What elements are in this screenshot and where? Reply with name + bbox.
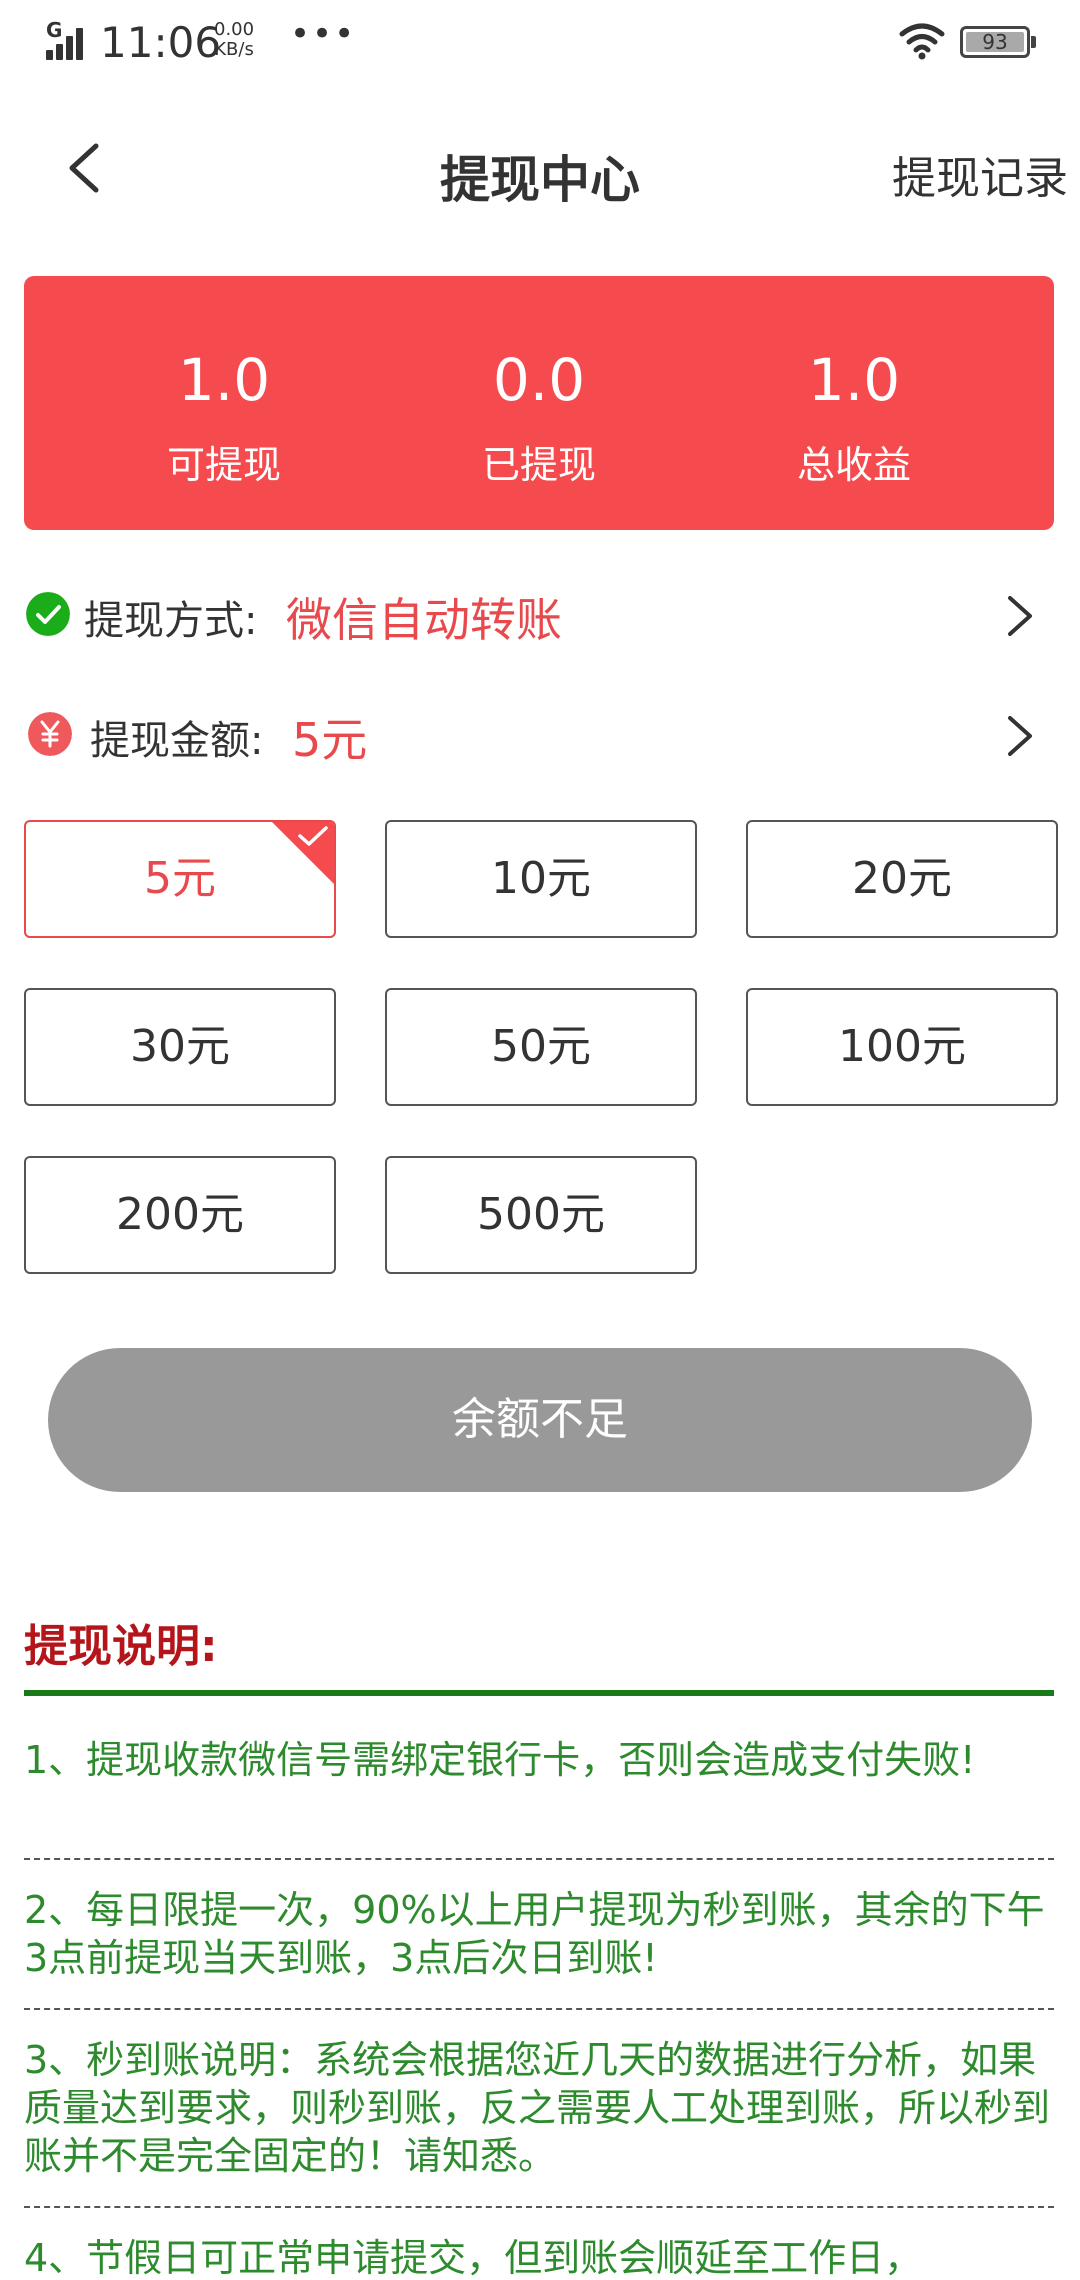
amount-option-30[interactable]: 30元 <box>24 988 336 1106</box>
network-speed-unit: KB/s <box>214 39 254 60</box>
stat-withdrawable: 1.0 可提现 <box>59 276 389 530</box>
withdraw-records-link[interactable]: 提现记录 <box>892 142 1068 206</box>
description-item-3: 3、秒到账说明：系统会根据您近几天的数据进行分析，如果质量达到要求，则秒到账，反… <box>24 2038 1051 2178</box>
amount-option-10[interactable]: 10元 <box>385 820 697 938</box>
amount-option-5[interactable]: 5元 <box>24 820 336 938</box>
description-item-1: 1、提现收款微信号需绑定银行卡，否则会造成支付失败! <box>24 1738 976 1782</box>
description-title: 提现说明: <box>24 1621 218 1672</box>
amount-option-200[interactable]: 200元 <box>24 1156 336 1274</box>
amount-option-100[interactable]: 100元 <box>746 988 1058 1106</box>
insufficient-balance-button[interactable]: 余额不足 <box>48 1348 1032 1492</box>
battery-level: 93 <box>982 30 1008 54</box>
wechat-icon <box>26 592 70 636</box>
amount-option-500[interactable]: 500元 <box>385 1156 697 1274</box>
amount-option-label: 100元 <box>838 1021 966 1072</box>
wifi-icon <box>899 23 945 60</box>
amount-option-label: 50元 <box>491 1021 591 1072</box>
withdraw-method-value: 微信自动转账 <box>286 593 562 647</box>
battery-icon: 93 <box>960 26 1030 58</box>
amount-option-label: 10元 <box>491 853 591 904</box>
amount-option-50[interactable]: 50元 <box>385 988 697 1106</box>
amount-option-20[interactable]: 20元 <box>746 820 1058 938</box>
clock: 11:06 <box>100 18 222 67</box>
network-speed-value: 0.00 <box>214 19 255 40</box>
description-item-4: 4、节假日可正常申请提交，但到账会顺延至工作日， <box>24 2236 923 2280</box>
description-divider <box>24 1690 1054 1696</box>
more-notifications-icon: ••• <box>290 14 357 54</box>
signal-icon <box>46 22 90 60</box>
nav-bar: 提现中心 提现记录 <box>0 110 1080 230</box>
withdraw-amount-label: 提现金额: <box>90 718 264 764</box>
stat-withdrawn: 0.0 已提现 <box>374 276 704 530</box>
dashed-divider <box>24 2206 1054 2208</box>
stat-label: 总收益 <box>796 443 911 487</box>
network-speed: 0.00 KB/s <box>214 20 254 60</box>
withdraw-method-label: 提现方式: <box>84 598 258 644</box>
amount-option-label: 5元 <box>144 853 216 904</box>
chevron-right-icon <box>1008 716 1032 756</box>
stat-total-earnings: 1.0 总收益 <box>689 276 1019 530</box>
status-bar: G 11:06 0.00 KB/s ••• 93 <box>0 0 1080 84</box>
balance-summary-card: 1.0 可提现 0.0 已提现 1.0 总收益 <box>24 276 1054 530</box>
amount-option-label: 200元 <box>116 1189 244 1240</box>
chevron-right-icon <box>1008 596 1032 636</box>
stat-label: 已提现 <box>481 443 596 487</box>
amount-option-label: 20元 <box>852 853 952 904</box>
withdraw-amount-value: 5元 <box>292 713 368 767</box>
checkmark-icon <box>298 826 328 846</box>
stat-value: 1.0 <box>177 346 271 414</box>
stat-label: 可提现 <box>166 443 281 487</box>
stat-value: 0.0 <box>492 346 586 414</box>
withdraw-method-row[interactable]: 提现方式: 微信自动转账 <box>0 562 1080 662</box>
description-item-2: 2、每日限提一次，90%以上用户提现为秒到账，其余的下午3点前提现当天到账，3点… <box>24 1888 1045 1980</box>
yuan-icon <box>28 712 72 756</box>
dashed-divider <box>24 2008 1054 2010</box>
stat-value: 1.0 <box>807 346 901 414</box>
amount-option-label: 30元 <box>130 1021 230 1072</box>
dashed-divider <box>24 1858 1054 1860</box>
amount-option-label: 500元 <box>477 1189 605 1240</box>
withdraw-amount-row[interactable]: 提现金额: 5元 <box>0 682 1080 782</box>
